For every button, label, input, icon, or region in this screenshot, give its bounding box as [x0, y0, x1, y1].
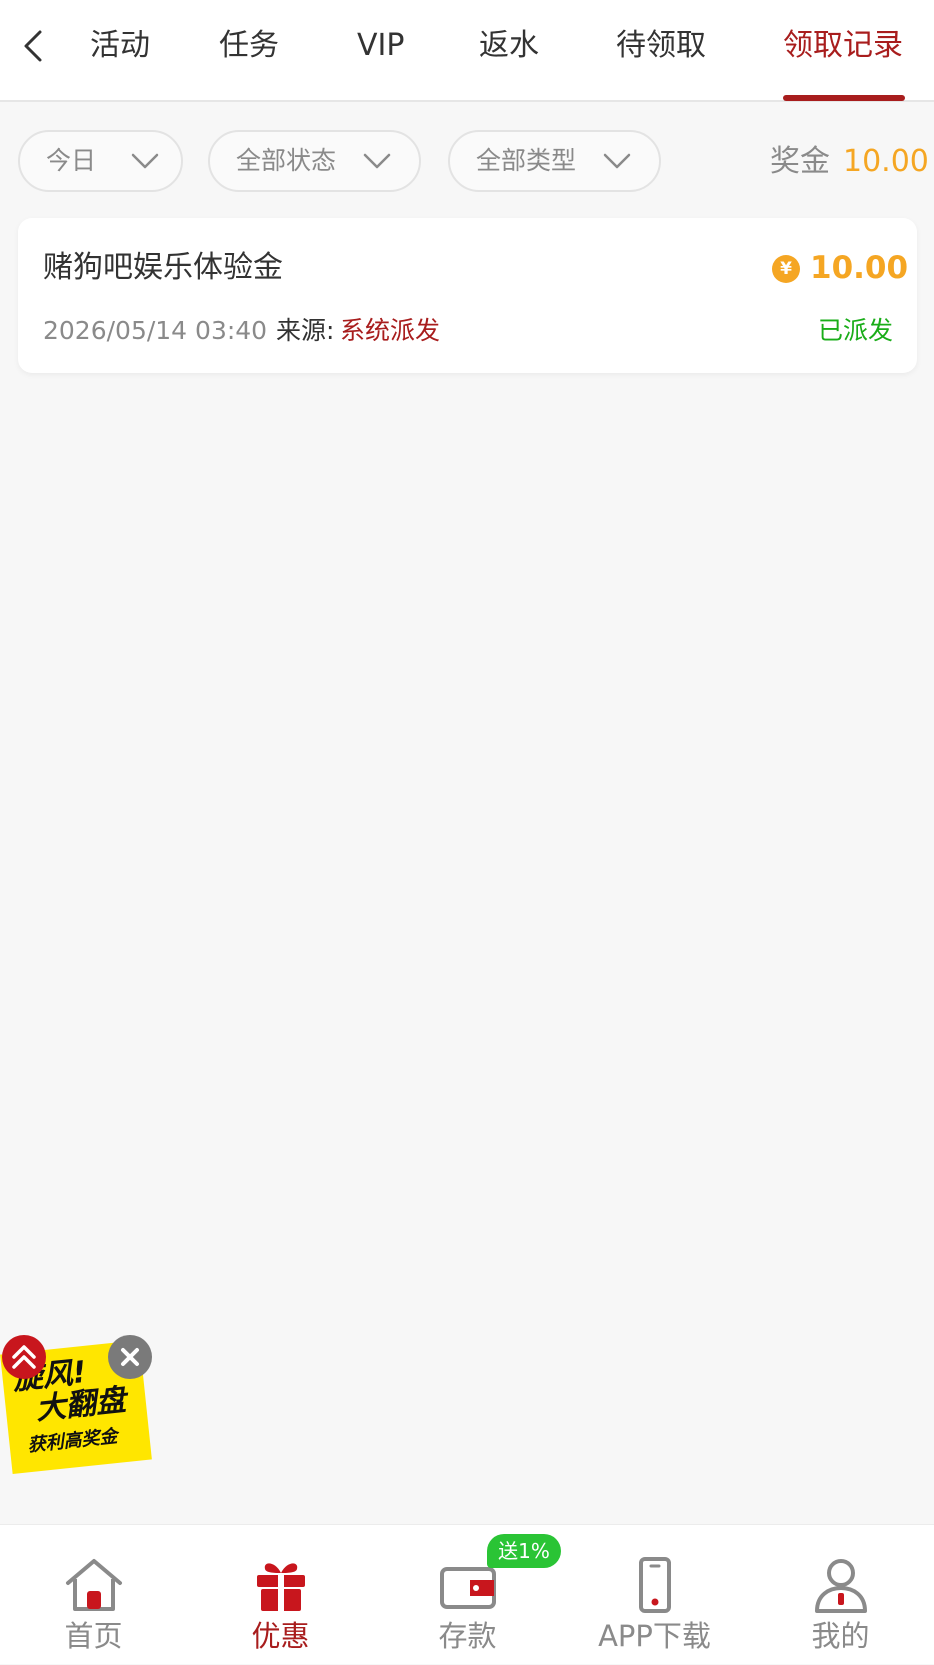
- record-status-badge: 已派发: [818, 316, 894, 345]
- nav-deposit-label: 存款: [438, 1619, 497, 1653]
- active-tab-indicator: [783, 95, 905, 101]
- home-icon: [66, 1559, 122, 1611]
- yuan-coin-icon: ¥: [772, 255, 800, 283]
- close-icon: [121, 1348, 139, 1366]
- user-icon: [815, 1559, 867, 1613]
- status-filter-label: 全部状态: [236, 146, 337, 175]
- date-filter-label: 今日: [46, 146, 97, 175]
- promo-expand-button[interactable]: [2, 1335, 46, 1379]
- top-tab-bar: 活动 任务 VIP 返水 待领取 领取记录: [0, 0, 934, 102]
- nav-profile-label: 我的: [811, 1619, 870, 1653]
- tab-pending[interactable]: 待领取: [616, 26, 706, 66]
- chevron-down-icon: [603, 153, 631, 169]
- date-filter-dropdown[interactable]: 今日: [18, 130, 183, 192]
- tab-tasks[interactable]: 任务: [219, 26, 279, 66]
- nav-promotions[interactable]: 优惠: [187, 1525, 374, 1665]
- tab-rebate[interactable]: 返水: [479, 26, 539, 66]
- nav-promotions-label: 优惠: [251, 1619, 310, 1653]
- deposit-bonus-badge: 送1%: [487, 1534, 561, 1568]
- record-amount: 10.00: [810, 250, 909, 286]
- record-card: 赌狗吧娱乐体验金 ¥ 10.00 2026/05/14 03:40 来源: 系统…: [18, 218, 917, 373]
- tab-vip[interactable]: VIP: [357, 26, 404, 66]
- tab-claim-records[interactable]: 领取记录: [783, 26, 903, 66]
- back-button[interactable]: [14, 24, 54, 68]
- nav-profile[interactable]: 我的: [747, 1525, 934, 1665]
- floating-promo-banner[interactable]: 旋风! 大翻盘 获利高奖金: [0, 1335, 152, 1475]
- type-filter-label: 全部类型: [476, 146, 577, 175]
- bottom-navigation: 首页 优惠 存款 APP下载 我的: [0, 1524, 934, 1664]
- double-chevron-up-icon: [12, 1345, 36, 1369]
- bonus-total-value: 10.00: [843, 144, 929, 179]
- record-title: 赌狗吧娱乐体验金: [43, 250, 283, 285]
- bonus-total-label: 奖金: [770, 144, 830, 179]
- record-source-label: 来源:: [276, 316, 335, 345]
- chevron-down-icon: [363, 153, 391, 169]
- record-date: 2026/05/14 03:40: [43, 316, 268, 345]
- promo-close-button[interactable]: [108, 1335, 152, 1379]
- promo-line-2: 大翻盘: [34, 1382, 128, 1428]
- nav-app-download-label: APP下载: [598, 1619, 711, 1653]
- phone-icon: [639, 1557, 671, 1613]
- promo-line-3: 获利高奖金: [26, 1425, 119, 1457]
- status-filter-dropdown[interactable]: 全部状态: [208, 130, 421, 192]
- gift-icon: [257, 1563, 305, 1611]
- nav-home-label: 首页: [64, 1619, 123, 1653]
- record-source-value: 系统派发: [340, 316, 441, 345]
- nav-home[interactable]: 首页: [0, 1525, 187, 1665]
- tab-activity[interactable]: 活动: [90, 26, 150, 66]
- chevron-left-icon: [24, 30, 42, 62]
- type-filter-dropdown[interactable]: 全部类型: [448, 130, 661, 192]
- chevron-down-icon: [131, 153, 159, 169]
- nav-app-download[interactable]: APP下载: [561, 1525, 748, 1665]
